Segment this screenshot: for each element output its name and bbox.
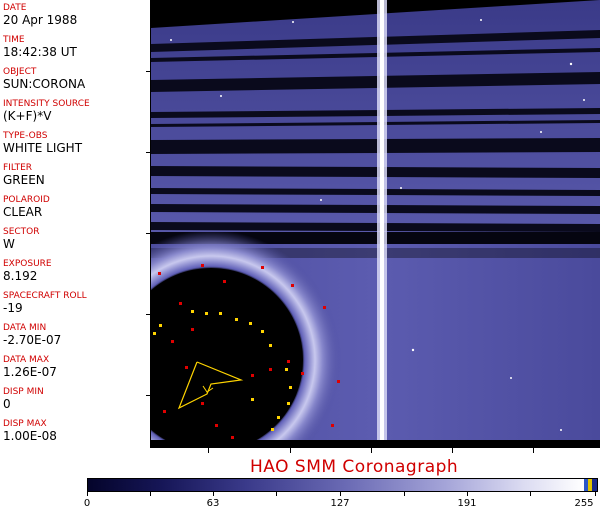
coronagraph-image <box>151 0 600 448</box>
field-label: TYPE-OBS <box>3 131 48 141</box>
field-exposure: EXPOSURE 8.192 <box>3 259 148 283</box>
field-label: DATA MAX <box>3 355 50 365</box>
field-label: DATE <box>3 3 27 13</box>
colorbar-tick <box>213 492 214 496</box>
axis-tick <box>371 448 372 453</box>
field-data-min: DATA MIN -2.70E-07 <box>3 323 148 347</box>
colorbar-label: 63 <box>206 498 220 509</box>
field-label: TIME <box>3 35 25 45</box>
field-disp-max: DISP MAX 1.00E-08 <box>3 419 148 443</box>
colorbar-label: 127 <box>330 498 350 509</box>
colorbar-tick <box>276 492 277 496</box>
field-value: SUN:CORONA <box>3 77 86 91</box>
field-value: 8.192 <box>3 269 38 283</box>
field-data-max: DATA MAX 1.26E-07 <box>3 355 148 379</box>
colorbar-label: 191 <box>457 498 477 509</box>
field-label: DISP MAX <box>3 419 47 429</box>
field-filter: FILTER GREEN <box>3 163 148 187</box>
field-value: WHITE LIGHT <box>3 141 83 155</box>
colorbar-tick <box>467 492 468 496</box>
field-label: POLAROID <box>3 195 50 205</box>
axis-tick <box>452 448 453 453</box>
field-label: SECTOR <box>3 227 40 237</box>
field-spacecraft-roll: SPACECRAFT ROLL -19 <box>3 291 148 315</box>
colorbar-tick <box>87 492 88 496</box>
field-value: 0 <box>3 397 11 411</box>
axis-tick <box>290 448 291 453</box>
pylon-core <box>380 0 384 448</box>
field-polaroid: POLAROID CLEAR <box>3 195 148 219</box>
bottom-edge <box>151 440 600 448</box>
field-value: -19 <box>3 301 23 315</box>
field-label: OBJECT <box>3 67 37 77</box>
field-value: CLEAR <box>3 205 43 219</box>
instrument-title: HAO SMM Coronagraph <box>250 457 459 477</box>
colorbar-tick <box>340 492 341 496</box>
field-disp-min: DISP MIN 0 <box>3 387 148 411</box>
field-value: 1.26E-07 <box>3 365 57 379</box>
field-value: 18:42:38 UT <box>3 45 77 59</box>
field-date: DATE 20 Apr 1988 <box>3 3 148 27</box>
field-value: 1.00E-08 <box>3 429 57 443</box>
colorbar-label: 255 <box>574 498 594 509</box>
coronagraph-svg <box>151 0 600 448</box>
field-label: SPACECRAFT ROLL <box>3 291 87 301</box>
colorbar-frame <box>87 478 598 492</box>
field-label: INTENSITY SOURCE <box>3 99 90 109</box>
colorbar-tick <box>530 492 531 496</box>
field-object: OBJECT SUN:CORONA <box>3 67 148 91</box>
colorbar-tick <box>150 492 151 496</box>
field-label: DISP MIN <box>3 387 44 397</box>
field-label: EXPOSURE <box>3 259 52 269</box>
field-sector: SECTOR W <box>3 227 148 251</box>
field-value: W <box>3 237 15 251</box>
field-time: TIME 18:42:38 UT <box>3 35 148 59</box>
metadata-panel: DATE 20 Apr 1988 TIME 18:42:38 UT OBJECT… <box>0 0 150 448</box>
field-value: -2.70E-07 <box>3 333 62 347</box>
field-value: GREEN <box>3 173 45 187</box>
field-intensity-source: INTENSITY SOURCE (K+F)*V <box>3 99 148 123</box>
axis-tick <box>533 448 534 453</box>
field-value: 20 Apr 1988 <box>3 13 78 27</box>
field-value: (K+F)*V <box>3 109 52 123</box>
colorbar-label: 0 <box>83 498 91 509</box>
field-label: FILTER <box>3 163 33 173</box>
field-type-obs: TYPE-OBS WHITE LIGHT <box>3 131 148 155</box>
colorbar-tick <box>404 492 405 496</box>
axis-tick <box>208 448 209 453</box>
colorbar-tick <box>595 492 596 496</box>
field-label: DATA MIN <box>3 323 47 333</box>
